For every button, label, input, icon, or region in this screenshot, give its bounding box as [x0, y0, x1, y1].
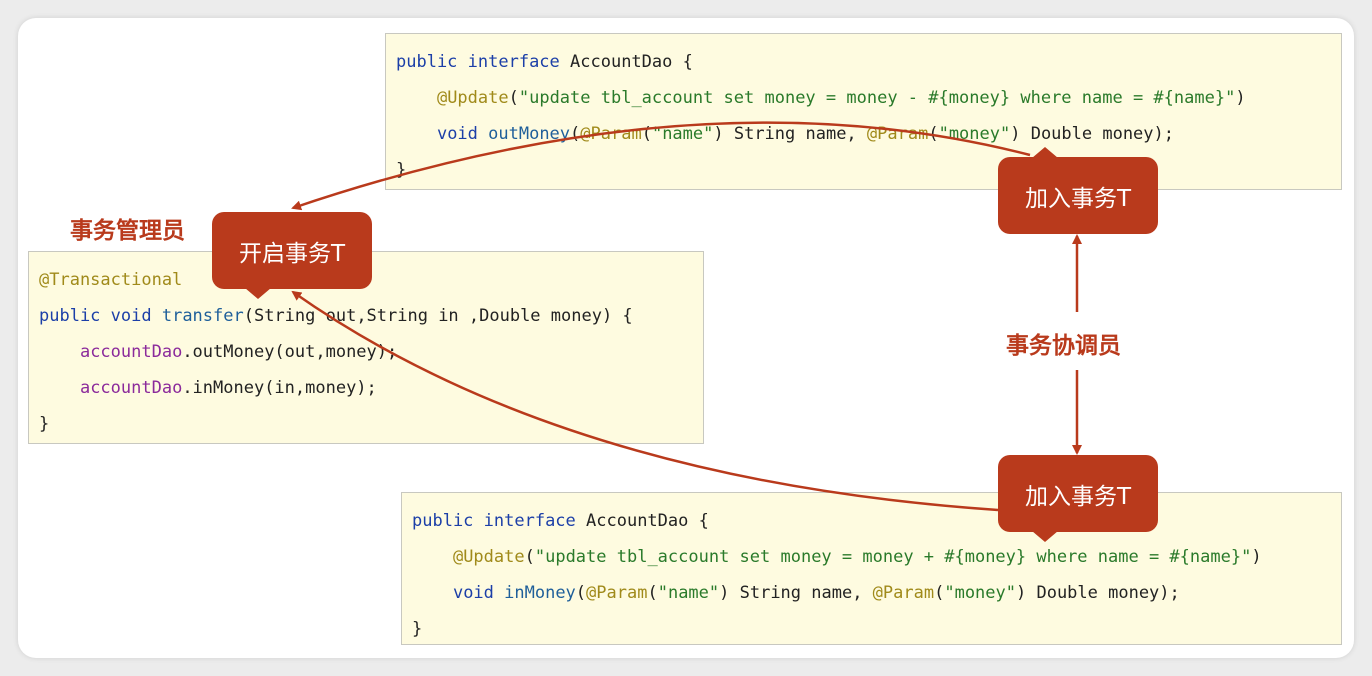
callout-text: 开启事务T — [238, 240, 346, 267]
callout-pointer — [1032, 147, 1058, 158]
join-transaction-bottom-callout: 加入事务T — [998, 455, 1158, 542]
arrows-layer — [291, 121, 1082, 512]
callout-text: 加入事务T — [1024, 185, 1132, 212]
join-transaction-top-callout: 加入事务T — [998, 147, 1158, 234]
callout-pointer — [245, 288, 271, 299]
arrow-bottom-join-to-start — [291, 290, 999, 512]
arrow-top-join-to-start — [291, 121, 1031, 211]
callout-text: 加入事务T — [1024, 483, 1132, 510]
transaction-manager-label: 事务管理员 — [70, 218, 185, 244]
start-transaction-callout: 开启事务T — [212, 212, 372, 299]
transaction-coordinator-label: 事务协调员 — [1006, 333, 1121, 359]
callout-pointer — [1032, 531, 1058, 542]
